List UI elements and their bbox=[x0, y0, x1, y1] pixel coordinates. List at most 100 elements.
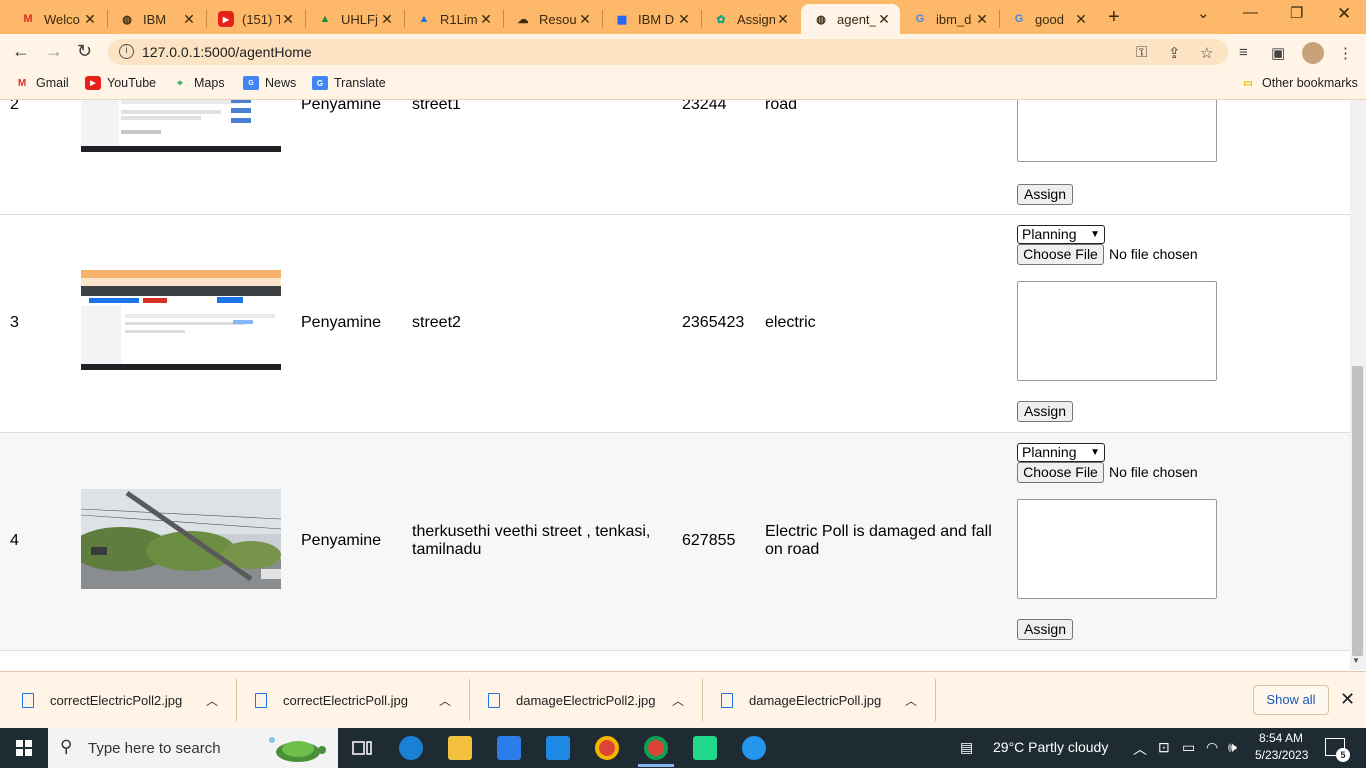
choose-file-button[interactable]: Choose File bbox=[1017, 244, 1104, 265]
image-file-icon bbox=[721, 693, 733, 708]
back-arrow-icon[interactable]: ← bbox=[12, 41, 30, 62]
folder-icon: ▭ bbox=[1243, 77, 1253, 89]
reload-icon[interactable]: ↻ bbox=[77, 41, 92, 62]
page-content: 2 Penyamine street1 23244 road Assign 3 bbox=[0, 100, 1350, 670]
notification-count: 5 bbox=[1336, 748, 1350, 762]
choose-file-button[interactable]: Choose File bbox=[1017, 462, 1104, 483]
download-item[interactable]: damageElectricPoll.jpg ︿ bbox=[721, 672, 935, 729]
ibm-icon: ▦ bbox=[616, 13, 628, 26]
tab-good-google[interactable]: G good ✕ bbox=[999, 4, 1097, 34]
tab-resources[interactable]: ☁ Resour ✕ bbox=[503, 4, 601, 34]
window-close-icon[interactable]: ✕ bbox=[1337, 4, 1351, 24]
weather-icon[interactable]: ▤ bbox=[960, 739, 973, 756]
close-icon[interactable]: ✕ bbox=[876, 11, 892, 28]
site-info-icon[interactable]: i bbox=[119, 44, 134, 59]
assign-button[interactable]: Assign bbox=[1017, 184, 1073, 205]
scroll-down-arrow-icon[interactable]: ▼ bbox=[1352, 656, 1360, 665]
bookmark-star-icon[interactable]: ☆ bbox=[1200, 44, 1213, 62]
tab-search-chevron-icon[interactable]: ⌄ bbox=[1197, 4, 1210, 22]
scrollbar-thumb[interactable] bbox=[1352, 366, 1363, 656]
row-description: electric bbox=[765, 314, 816, 331]
clock[interactable]: 8:54 AM 5/23/2023 bbox=[1255, 731, 1308, 762]
row-name: Penyamine bbox=[301, 314, 382, 331]
file-explorer-icon[interactable] bbox=[448, 736, 472, 760]
assign-button[interactable]: Assign bbox=[1017, 619, 1073, 640]
close-icon[interactable]: ✕ bbox=[181, 11, 197, 28]
tab-ibm[interactable]: ◍ IBM ✕ bbox=[107, 4, 205, 34]
tab-ibm-d-google[interactable]: G ibm_d ✕ bbox=[900, 4, 998, 34]
tab-youtube[interactable]: ▶ (151) T ✕ bbox=[206, 4, 304, 34]
close-icon[interactable]: ✕ bbox=[478, 11, 494, 28]
bookmark-news[interactable]: G News bbox=[243, 76, 296, 90]
pycharm-icon[interactable] bbox=[693, 736, 717, 760]
minimize-icon[interactable]: — bbox=[1243, 4, 1258, 21]
tab-agent-active[interactable]: ◍ agent_ ✕ bbox=[801, 4, 900, 34]
news-icon: G bbox=[243, 76, 259, 90]
google-icon: G bbox=[1014, 13, 1024, 25]
bookmark-youtube[interactable]: ▶ YouTube bbox=[85, 76, 156, 90]
profile-avatar[interactable] bbox=[1302, 42, 1324, 64]
download-item[interactable]: correctElectricPoll.jpg ︿ bbox=[255, 672, 469, 729]
edge-browser-icon[interactable] bbox=[399, 736, 423, 760]
row-id: 3 bbox=[10, 314, 19, 331]
status-select[interactable]: Planning ▼ bbox=[1017, 443, 1105, 462]
chrome-icon[interactable] bbox=[595, 736, 619, 760]
weather-text[interactable]: 29°C Partly cloudy bbox=[993, 739, 1108, 755]
table-row: 2 Penyamine street1 23244 road Assign bbox=[0, 100, 1350, 215]
bookmark-translate[interactable]: G Translate bbox=[312, 76, 386, 90]
drive-icon: ▲ bbox=[319, 13, 331, 25]
chrome-active-icon[interactable] bbox=[644, 736, 668, 760]
remarks-textarea[interactable] bbox=[1017, 100, 1217, 162]
battery-icon[interactable]: ▭ bbox=[1182, 739, 1195, 756]
media-queue-icon[interactable]: ≡ bbox=[1239, 44, 1248, 61]
task-view-icon[interactable] bbox=[350, 736, 374, 760]
chevron-up-icon[interactable]: ︿ bbox=[672, 692, 684, 709]
close-icon[interactable]: ✕ bbox=[280, 11, 296, 28]
mail-icon[interactable] bbox=[546, 736, 570, 760]
close-icon[interactable]: ✕ bbox=[1073, 11, 1089, 28]
remarks-textarea[interactable] bbox=[1017, 499, 1217, 599]
close-icon[interactable]: ✕ bbox=[379, 11, 395, 28]
windows-start-icon[interactable] bbox=[16, 740, 32, 756]
side-panel-icon[interactable]: ▣ bbox=[1271, 44, 1285, 62]
address-url[interactable]: 127.0.0.1:5000/agentHome bbox=[142, 44, 312, 60]
meet-icon[interactable]: ⊡ bbox=[1158, 739, 1170, 756]
chevron-up-icon[interactable]: ︿ bbox=[1133, 739, 1147, 759]
other-bookmarks[interactable]: ▭ Other bookmarks bbox=[1240, 76, 1358, 90]
chevron-up-icon[interactable]: ︿ bbox=[905, 692, 917, 709]
close-icon[interactable]: ✕ bbox=[577, 11, 593, 28]
download-item[interactable]: correctElectricPoll2.jpg ︿ bbox=[22, 672, 236, 729]
drive-icon: ▲ bbox=[418, 13, 430, 25]
tab-uhlfj[interactable]: ▲ UHLFj ✕ bbox=[305, 4, 403, 34]
bookmark-maps[interactable]: ⌖ Maps bbox=[172, 76, 224, 90]
taskbar-search[interactable]: ⚲ Type here to search bbox=[48, 728, 338, 768]
close-icon[interactable]: ✕ bbox=[775, 11, 791, 28]
remarks-textarea[interactable] bbox=[1017, 281, 1217, 381]
assign-button[interactable]: Assign bbox=[1017, 401, 1073, 422]
docker-icon[interactable] bbox=[742, 736, 766, 760]
share-icon[interactable]: ⇪ bbox=[1168, 44, 1181, 62]
wifi-icon[interactable]: ◠ bbox=[1206, 739, 1218, 756]
show-all-button[interactable]: Show all bbox=[1253, 685, 1329, 715]
bookmark-gmail[interactable]: M Gmail bbox=[14, 76, 69, 90]
microsoft-store-icon[interactable] bbox=[497, 736, 521, 760]
close-icon[interactable]: ✕ bbox=[82, 11, 98, 28]
chevron-up-icon[interactable]: ︿ bbox=[206, 692, 218, 709]
close-downloads-icon[interactable]: ✕ bbox=[1340, 689, 1355, 710]
download-item[interactable]: damageElectricPoll2.jpg ︿ bbox=[488, 672, 702, 729]
key-icon[interactable]: ⚿ bbox=[1136, 44, 1147, 61]
chrome-menu-icon[interactable]: ⋮ bbox=[1338, 44, 1353, 62]
maximize-icon[interactable]: ❐ bbox=[1290, 4, 1303, 22]
close-icon[interactable]: ✕ bbox=[974, 11, 990, 28]
address-bar[interactable]: i 127.0.0.1:5000/agentHome bbox=[108, 39, 1228, 65]
status-select[interactable]: Planning ▼ bbox=[1017, 225, 1105, 244]
tab-ibm-d[interactable]: ▦ IBM D ✕ bbox=[602, 4, 700, 34]
close-icon[interactable]: ✕ bbox=[676, 11, 692, 28]
forward-arrow-icon[interactable]: → bbox=[45, 41, 63, 62]
tab-assign[interactable]: ✿ Assign ✕ bbox=[701, 4, 799, 34]
volume-icon[interactable]: 🕪 bbox=[1228, 739, 1237, 756]
chevron-up-icon[interactable]: ︿ bbox=[439, 692, 451, 709]
tab-r1lim[interactable]: ▲ R1Lim ✕ bbox=[404, 4, 502, 34]
new-tab-icon[interactable]: + bbox=[1108, 6, 1120, 29]
tab-gmail[interactable]: M Welco ✕ bbox=[8, 4, 106, 34]
